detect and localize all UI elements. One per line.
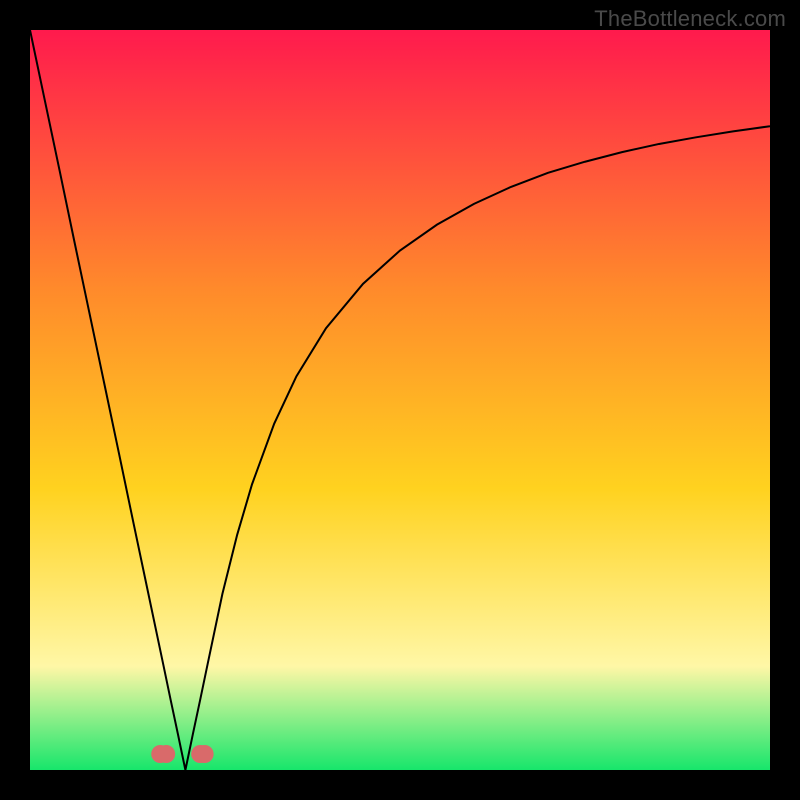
watermark-label: TheBottleneck.com — [594, 6, 786, 32]
data-marker — [196, 745, 214, 763]
gradient-background — [30, 30, 770, 770]
data-marker — [157, 745, 175, 763]
bottleneck-plot — [30, 30, 770, 770]
plot-svg — [30, 30, 770, 770]
chart-frame: TheBottleneck.com — [0, 0, 800, 800]
